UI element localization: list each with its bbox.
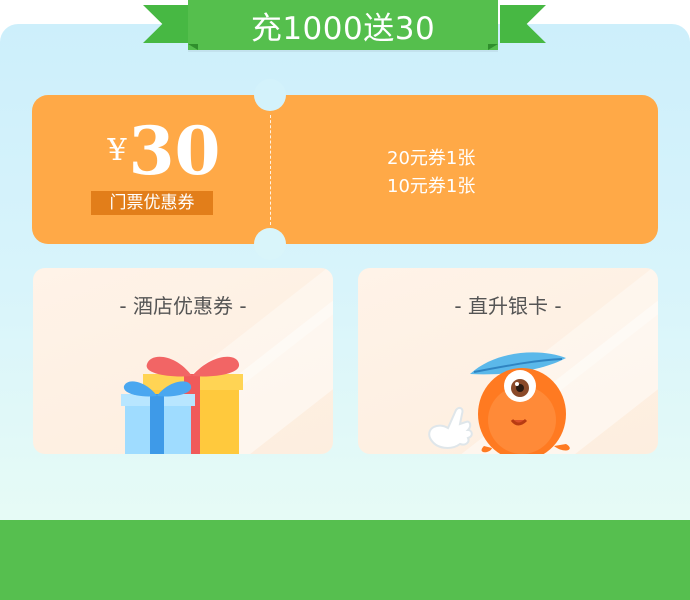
- ticket-notch-top: [254, 79, 286, 111]
- hotel-coupon-title: - 酒店优惠券 -: [119, 294, 247, 318]
- hotel-coupon-card[interactable]: - 酒店优惠券 -: [33, 268, 333, 454]
- bottom-bar: [0, 520, 690, 600]
- ticket-detail-line: 10元券1张: [387, 176, 476, 197]
- currency-symbol: ¥: [107, 133, 127, 168]
- ticket-amount-value: 30: [128, 112, 221, 190]
- gift-boxes-icon: [121, 356, 243, 454]
- ticket-perforation: [270, 115, 271, 225]
- ticket-notch-bottom: [254, 228, 286, 260]
- ticket-type-tag: 门票优惠券: [91, 191, 213, 215]
- ticket-detail-line: 20元券1张: [387, 148, 476, 169]
- banner-title: 充1000送30: [188, 0, 498, 50]
- silver-card-title: - 直升银卡 -: [454, 294, 562, 318]
- silver-card-card[interactable]: - 直升银卡 -: [358, 268, 658, 454]
- ticket-amount: ¥30: [94, 115, 234, 187]
- ticket-coupon[interactable]: ¥30 门票优惠券 20元券1张 10元券1张: [32, 79, 658, 260]
- ticket-details: 20元券1张 10元券1张: [387, 145, 475, 201]
- orange-mascot-icon: [428, 352, 570, 454]
